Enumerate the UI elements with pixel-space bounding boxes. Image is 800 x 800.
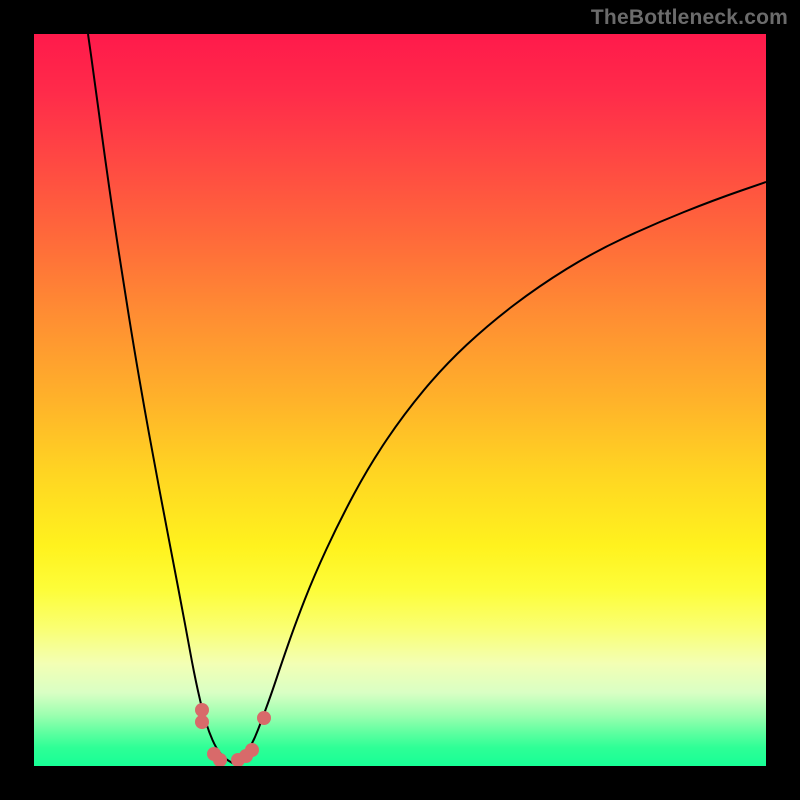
curve-right-curve <box>234 182 766 764</box>
marker-1 <box>195 715 209 729</box>
marker-7 <box>257 711 271 725</box>
curve-layer <box>34 34 766 766</box>
watermark-text: TheBottleneck.com <box>591 6 788 30</box>
marker-0 <box>195 703 209 717</box>
plot-area <box>34 34 766 766</box>
chart-frame: TheBottleneck.com <box>0 0 800 800</box>
marker-6 <box>245 743 259 757</box>
curve-left-curve <box>88 34 234 764</box>
